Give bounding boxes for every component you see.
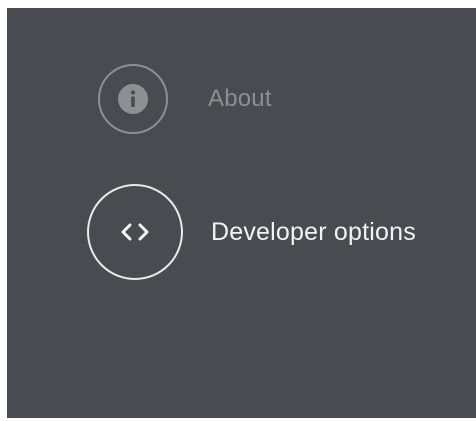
code-icon: [121, 223, 149, 241]
menu-item-developer-options[interactable]: Developer options: [87, 184, 416, 280]
info-icon: [118, 84, 148, 114]
menu-item-about-label: About: [208, 85, 272, 112]
developer-options-icon-ring: [87, 184, 183, 280]
menu-item-developer-options-label: Developer options: [211, 217, 416, 246]
about-icon-ring: [98, 64, 168, 134]
settings-menu-screen: About Developer options: [7, 8, 476, 418]
menu-item-about[interactable]: About: [98, 64, 272, 134]
